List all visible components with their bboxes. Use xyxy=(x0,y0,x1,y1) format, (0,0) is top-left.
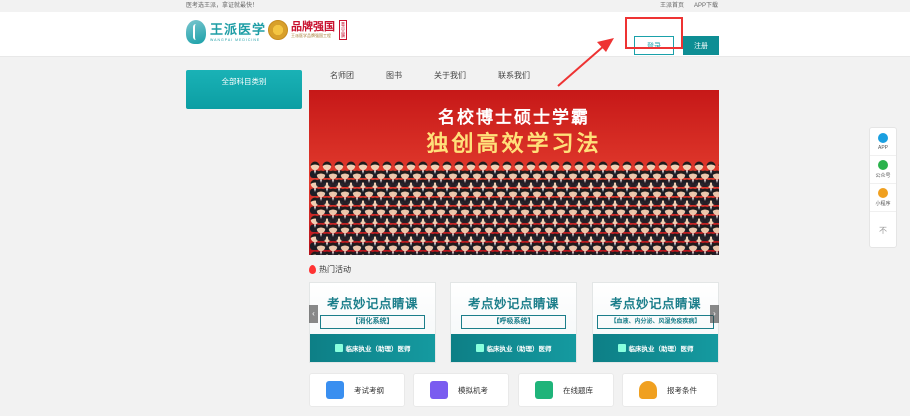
card-footer: 临床执业（助理）医师 xyxy=(310,334,435,362)
top-link-app-download[interactable]: APP下载 xyxy=(694,0,718,12)
site-header: 王派医学 WANGPAI MEDICINE 品牌强国 王派医学品牌强国工程 重点… xyxy=(0,12,910,57)
wechat-icon xyxy=(878,160,888,170)
card-footer: 临床执业（助理）医师 xyxy=(593,334,718,362)
login-highlight-box xyxy=(625,17,683,49)
brand-badge: 品牌强国 王派医学品牌强国工程 重点品牌 xyxy=(268,20,347,40)
card-footer-label: 临床执业（助理）医师 xyxy=(486,346,552,353)
activity-card-respiratory[interactable]: 考点妙记点睛课 【呼吸系统】 临床执业（助理）医师 xyxy=(450,282,577,363)
top-bar: 医考选王派，拿证就最快！ 王派首页 APP下载 xyxy=(0,0,910,12)
card-subtitle: 【血液、内分泌、风湿免疫疾病】 xyxy=(597,315,714,329)
document-icon xyxy=(326,381,344,399)
quick-link-label: 报考条件 xyxy=(667,385,697,395)
floating-sidebar: APP 公众号 小程序 不 xyxy=(869,127,897,248)
logo-text-en: WANGPAI MEDICINE xyxy=(210,37,261,42)
sidebar-label: 小程序 xyxy=(875,201,891,207)
quick-link-label: 在线题库 xyxy=(563,385,593,395)
banner-subheadline: 独创高效学习法 xyxy=(426,131,602,156)
all-categories-button[interactable]: 全部科目类别 xyxy=(186,70,302,109)
main-nav: 名师团 图书 关于我们 联系我们 xyxy=(330,70,562,81)
nav-about[interactable]: 关于我们 xyxy=(434,70,466,81)
sidebar-app[interactable]: APP xyxy=(870,128,896,156)
quick-link-mock-exam[interactable]: 模拟机考 xyxy=(413,373,509,407)
nav-books[interactable]: 图书 xyxy=(386,70,402,81)
quick-link-requirements[interactable]: 报考条件 xyxy=(622,373,718,407)
logo-mark-icon xyxy=(186,20,206,44)
trophy-icon xyxy=(639,381,657,399)
activity-card-digestive[interactable]: 考点妙记点睛课 【消化系统】 临床执业（助理）医师 xyxy=(309,282,436,363)
brand-subtitle: 王派医学品牌强国工程 xyxy=(291,33,331,38)
quick-link-question-bank[interactable]: 在线题库 xyxy=(518,373,614,407)
site-logo[interactable]: 王派医学 WANGPAI MEDICINE xyxy=(186,20,266,44)
doctor-icon xyxy=(475,344,484,352)
carousel-prev-button[interactable]: ‹ xyxy=(309,305,318,323)
sidebar-mini-program[interactable]: 小程序 xyxy=(870,184,896,212)
register-button[interactable]: 注册 xyxy=(683,36,719,55)
hot-activities-heading: 热门活动 xyxy=(309,264,351,275)
chart-icon xyxy=(430,381,448,399)
card-title: 考点妙记点睛课 xyxy=(609,297,701,311)
sidebar-label: APP xyxy=(877,144,888,151)
brand-tag: 重点品牌 xyxy=(339,20,347,40)
nav-teachers[interactable]: 名师团 xyxy=(330,70,354,81)
fire-icon xyxy=(309,265,316,274)
banner-teachers-photo xyxy=(309,160,719,255)
carousel-next-button[interactable]: › xyxy=(710,305,719,323)
app-icon xyxy=(878,132,888,143)
top-slogan: 医考选王派，拿证就最快！ xyxy=(186,3,259,9)
card-subtitle: 【呼吸系统】 xyxy=(461,315,566,329)
activity-card-blood[interactable]: 考点妙记点睛课 【血液、内分泌、风湿免疫疾病】 临床执业（助理）医师 xyxy=(592,282,719,363)
card-footer-label: 临床执业（助理）医师 xyxy=(628,346,694,353)
book-icon xyxy=(535,381,553,399)
top-links: 王派首页 APP下载 xyxy=(660,0,718,12)
hero-banner[interactable]: 名校博士硕士学霸 独创高效学习法 xyxy=(309,90,719,255)
card-subtitle: 【消化系统】 xyxy=(320,315,425,329)
doctor-icon xyxy=(334,344,343,352)
quick-link-label: 模拟机考 xyxy=(458,385,488,395)
nav-contact[interactable]: 联系我们 xyxy=(498,70,530,81)
mini-program-icon xyxy=(878,188,888,198)
card-title: 考点妙记点睛课 xyxy=(326,297,418,311)
top-link-home[interactable]: 王派首页 xyxy=(660,0,684,12)
doctor-icon xyxy=(617,344,626,352)
hot-activities-label: 热门活动 xyxy=(319,265,351,274)
sidebar-label: 公众号 xyxy=(875,173,891,179)
quick-link-label: 考试考纲 xyxy=(354,385,384,395)
banner-headline: 名校博士硕士学霸 xyxy=(438,108,590,127)
card-footer-label: 临床执业（助理）医师 xyxy=(345,346,411,353)
sidebar-collapse-button[interactable]: 不 xyxy=(870,212,896,248)
logo-text-cn: 王派医学 xyxy=(210,22,267,38)
brand-seal-icon xyxy=(268,20,288,40)
quick-link-syllabus[interactable]: 考试考纲 xyxy=(309,373,405,407)
card-title: 考点妙记点睛课 xyxy=(467,297,559,311)
sidebar-wechat-official[interactable]: 公众号 xyxy=(870,156,896,184)
card-footer: 临床执业（助理）医师 xyxy=(451,334,576,362)
brand-title: 品牌强国 xyxy=(291,21,335,33)
